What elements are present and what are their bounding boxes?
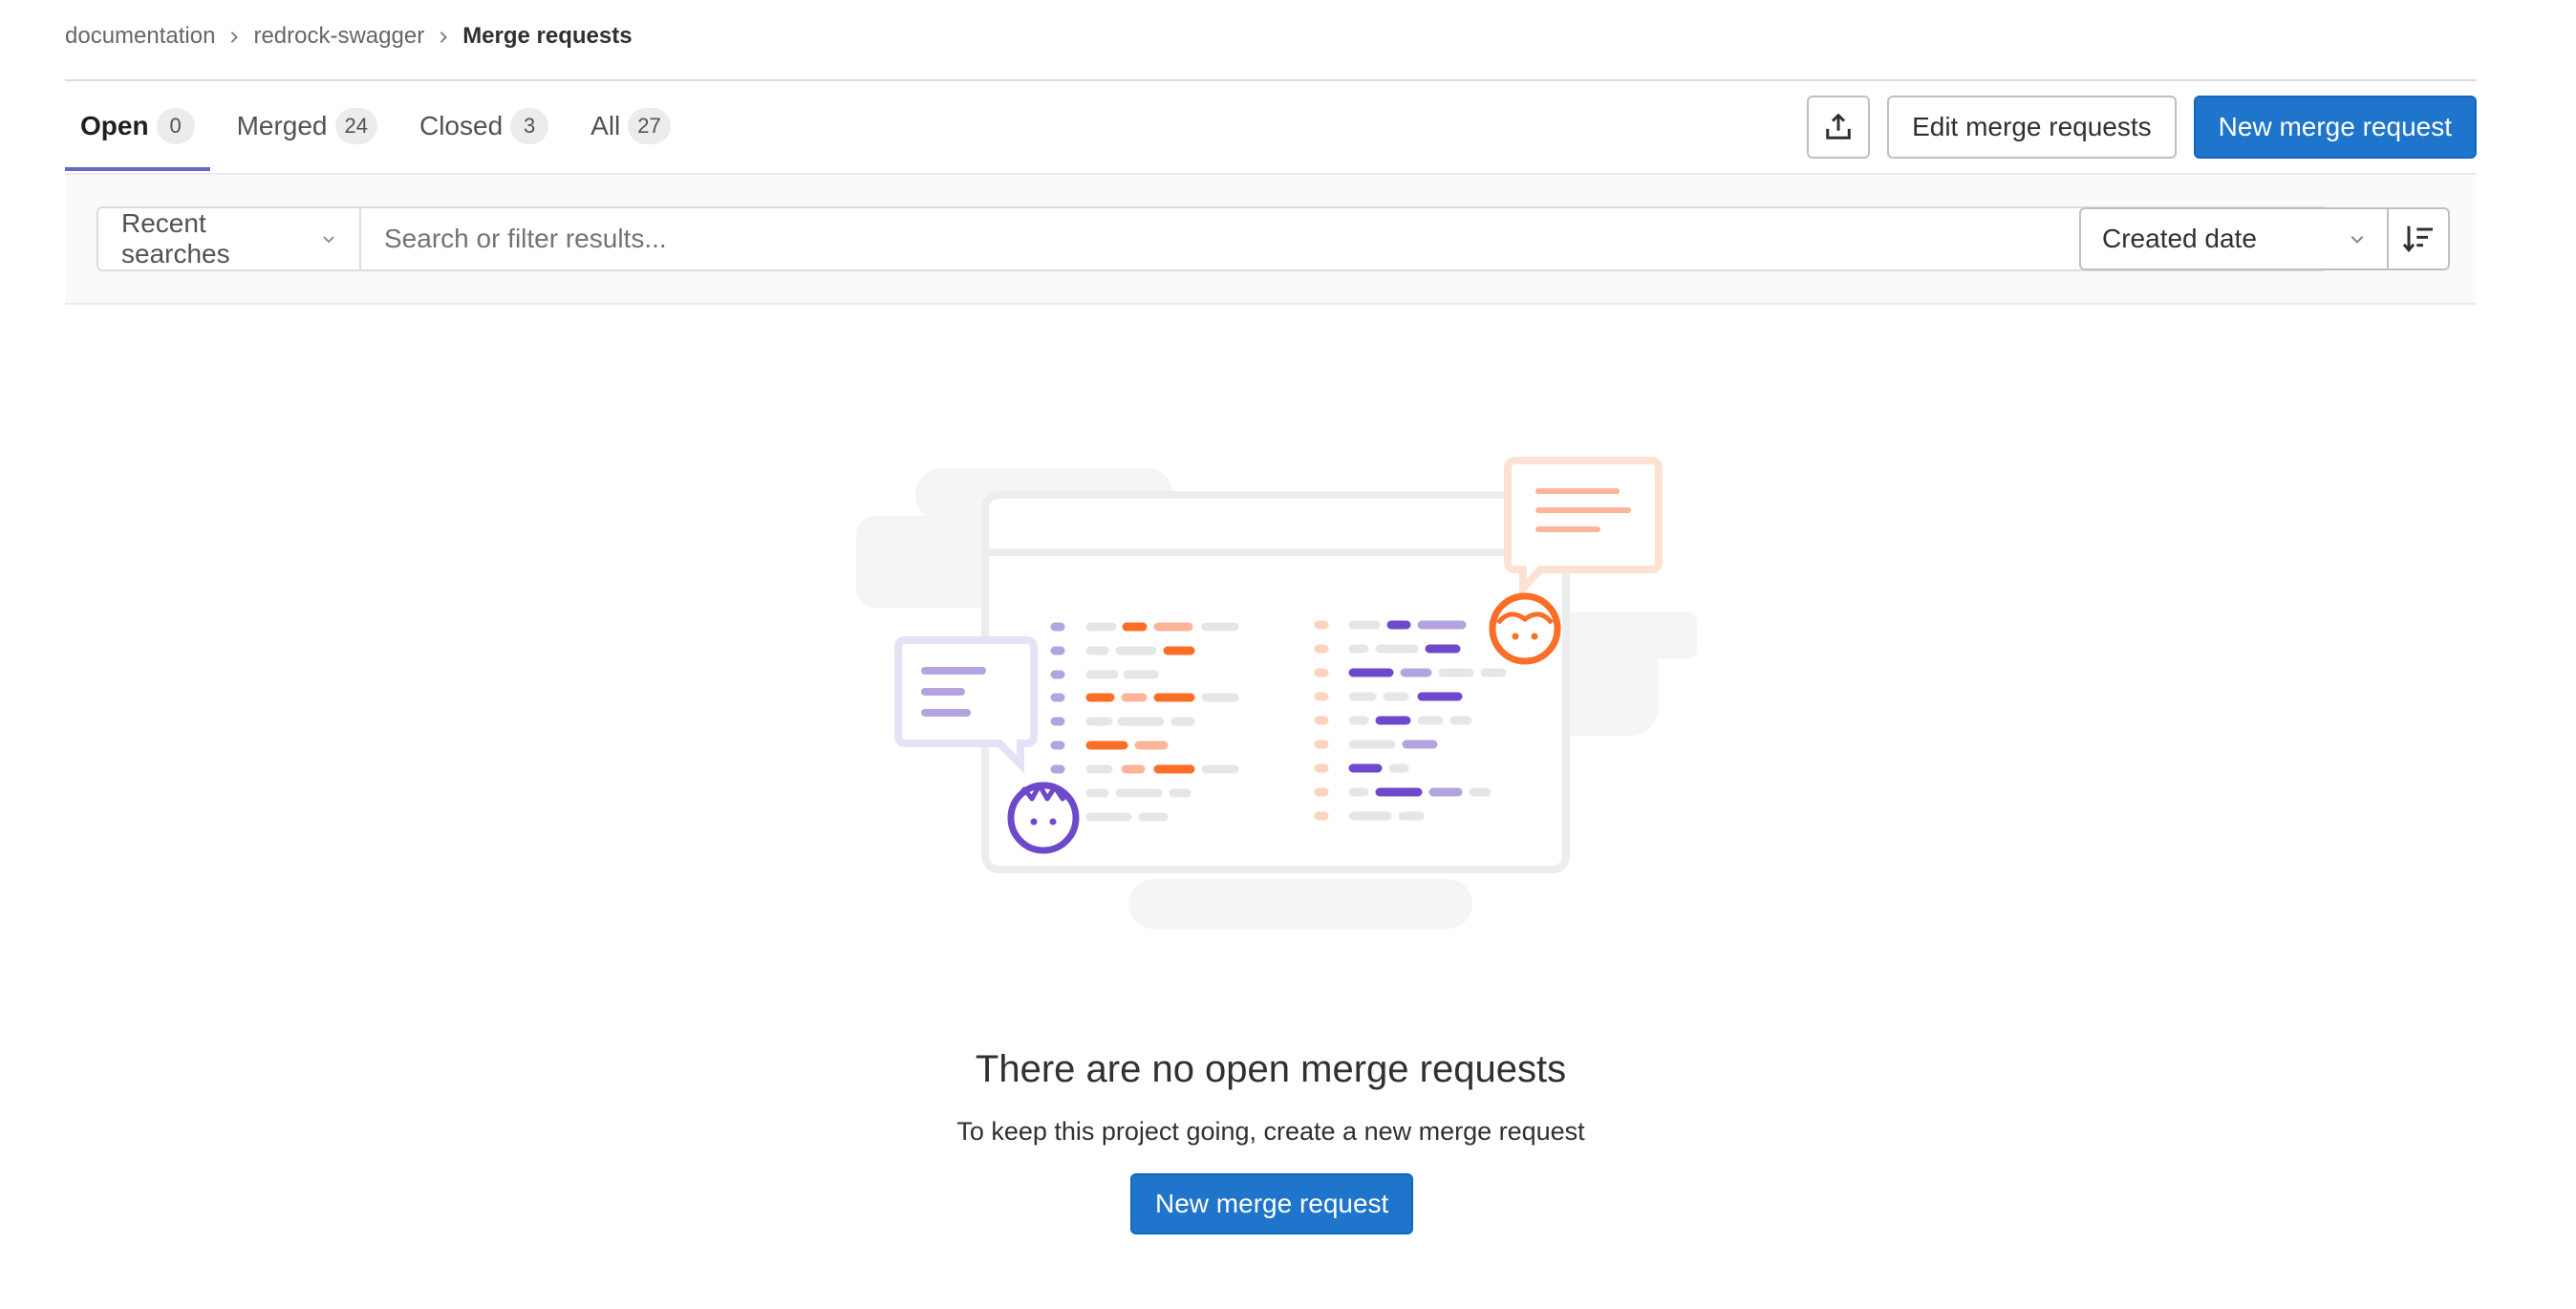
tab-count-badge: 3 <box>510 108 549 144</box>
tab-label: Merged <box>236 111 328 140</box>
sort-direction-button[interactable] <box>2387 207 2450 270</box>
tab-merged[interactable]: Merged 24 <box>222 81 393 171</box>
breadcrumb-redrock-swagger[interactable]: redrock-swagger <box>253 23 424 50</box>
edit-merge-requests-button[interactable]: Edit merge requests <box>1887 96 2177 159</box>
empty-state-new-merge-request-button[interactable]: New merge request <box>1130 1173 1414 1234</box>
merge-requests-page: documentation redrock-swagger Merge requ… <box>0 0 2576 1309</box>
export-icon <box>1826 114 1851 139</box>
empty-state-illustration <box>856 457 1697 929</box>
search-input[interactable] <box>359 206 2328 271</box>
tab-label: All <box>590 111 621 140</box>
export-button[interactable] <box>1807 96 1871 159</box>
empty-state-actions: New merge request <box>1130 1173 1414 1234</box>
tab-count-badge: 27 <box>628 108 671 144</box>
empty-state-description: To keep this project going, create a new… <box>956 1117 1585 1146</box>
tab-label: Closed <box>419 111 504 140</box>
breadcrumb: documentation redrock-swagger Merge requ… <box>65 17 633 55</box>
chevron-right-icon <box>215 23 253 50</box>
breadcrumb-merge-requests[interactable]: Merge requests <box>462 23 632 50</box>
sort-dropdown[interactable]: Created date <box>2079 207 2389 270</box>
tab-count-badge: 0 <box>156 108 195 144</box>
sort-label: Created date <box>2102 224 2257 253</box>
tab-open[interactable]: Open 0 <box>65 81 210 171</box>
recent-searches-dropdown[interactable]: Recent searches <box>97 206 361 271</box>
state-tabs: Open 0 Merged 24 Closed 3 All 27 <box>65 81 698 171</box>
tab-closed[interactable]: Closed 3 <box>404 81 564 171</box>
filter-bar: Recent searches Created date <box>65 173 2477 305</box>
tab-label: Open <box>80 111 149 140</box>
empty-state-title: There are no open merge requests <box>975 1048 1567 1091</box>
header-actions: Edit merge requests New merge request <box>1807 96 2477 159</box>
tab-all[interactable]: All 27 <box>575 81 686 171</box>
breadcrumb-documentation[interactable]: documentation <box>65 23 215 50</box>
tab-count-badge: 24 <box>334 108 377 144</box>
new-merge-request-button[interactable]: New merge request <box>2193 96 2477 159</box>
chevron-right-icon <box>424 23 462 50</box>
chevron-down-icon <box>323 236 334 244</box>
recent-searches-label: Recent searches <box>121 208 230 268</box>
sort-lowest-icon <box>2402 225 2433 252</box>
chevron-down-icon <box>2351 236 2364 244</box>
